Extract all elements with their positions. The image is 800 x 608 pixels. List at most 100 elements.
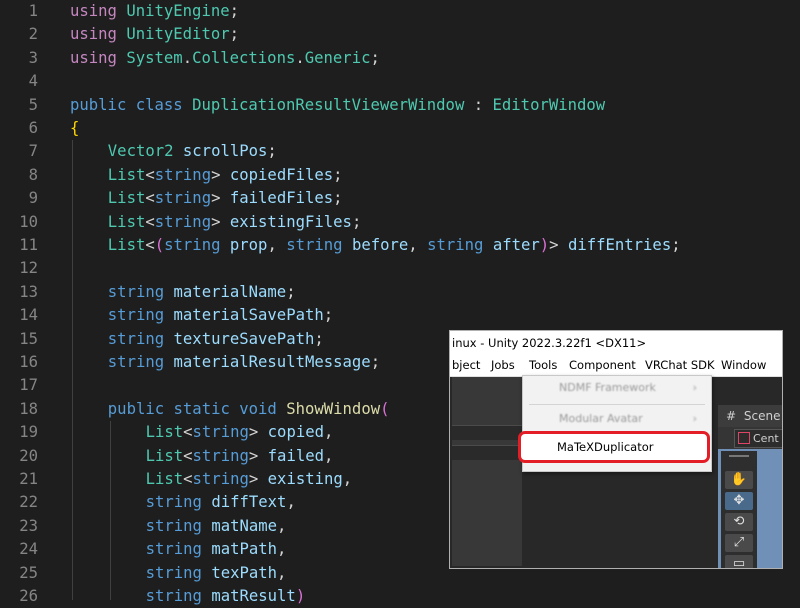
code-token: : xyxy=(464,95,493,114)
code-line[interactable]: 3 using System.Collections.Generic; xyxy=(0,47,800,70)
drag-handle[interactable] xyxy=(729,455,749,457)
code-line[interactable]: 1 using UnityEngine; xyxy=(0,0,800,23)
code-token: prop xyxy=(229,236,268,254)
code-token: List xyxy=(145,446,184,465)
menu-item-matexduplicator[interactable]: MaTeXDuplicator xyxy=(557,439,653,455)
code-token: materialSavePath xyxy=(173,306,324,325)
code-token: matResult xyxy=(211,587,296,605)
menu-item-label: NDMF Framework xyxy=(559,381,656,394)
code-token: > xyxy=(211,165,230,184)
code-token: , xyxy=(408,236,428,254)
code-token: string xyxy=(145,563,202,582)
code-token: , xyxy=(324,423,334,442)
code-token: public xyxy=(70,95,127,114)
code-line[interactable]: 13 string materialName; xyxy=(0,281,800,304)
hand-tool-icon[interactable]: ✋ xyxy=(725,471,753,489)
menu-component[interactable]: Component xyxy=(569,355,636,376)
line-number: 22 xyxy=(19,493,38,512)
code-token: < xyxy=(183,423,193,442)
code-token: string xyxy=(107,306,165,325)
code-text: List<string> failed, xyxy=(146,445,334,468)
menu-gameobject[interactable]: bject xyxy=(452,355,480,376)
code-token: Collections xyxy=(192,48,296,67)
code-token: texPath xyxy=(211,563,278,582)
pivot-center-button[interactable]: Cent xyxy=(734,429,782,448)
code-token: , xyxy=(267,236,287,254)
code-token: System xyxy=(126,48,183,67)
code-line[interactable]: 2 using UnityEditor; xyxy=(0,23,800,46)
code-token: string xyxy=(427,236,484,254)
code-token: . xyxy=(295,48,305,67)
code-token: , xyxy=(342,470,353,488)
code-token: ; xyxy=(671,236,681,254)
code-text: string diffText, xyxy=(146,491,296,514)
menu-item-ndmf[interactable]: NDMF Framework › xyxy=(523,376,711,400)
code-token: failed xyxy=(267,446,325,465)
code-text: string textureSavePath; xyxy=(108,328,324,351)
menu-item-modular-avatar[interactable]: Modular Avatar › xyxy=(523,407,711,431)
code-text: List<(string prop, string before, string… xyxy=(108,234,681,257)
code-token: ; xyxy=(323,306,334,325)
move-tool-icon[interactable]: ✥ xyxy=(725,492,753,510)
code-token: , xyxy=(277,563,287,582)
indent-guide xyxy=(72,140,73,600)
code-text: string matPath, xyxy=(146,538,287,561)
code-line[interactable]: 8 List<string> copiedFiles; xyxy=(0,164,800,187)
code-token: ; xyxy=(267,142,277,161)
code-line[interactable]: 7 Vector2 scrollPos; xyxy=(0,140,800,163)
line-number: 25 xyxy=(19,563,38,582)
code-text: Vector2 scrollPos; xyxy=(108,140,277,163)
scale-tool-icon[interactable]: ⤢ xyxy=(725,534,753,552)
code-token: List xyxy=(145,423,184,442)
code-line[interactable]: 26 string matResult) xyxy=(0,585,800,608)
line-number: 6 xyxy=(28,119,38,137)
code-text: public class DuplicationResultViewerWind… xyxy=(70,94,605,117)
code-token: > xyxy=(211,212,230,231)
code-line[interactable]: 10 List<string> existingFiles; xyxy=(0,211,800,234)
code-token: ) xyxy=(295,587,306,605)
code-token: ShowWindow xyxy=(286,399,381,418)
tab-scene[interactable]: # Scene xyxy=(718,405,782,427)
code-line[interactable]: 4 xyxy=(0,70,800,93)
line-number: 18 xyxy=(19,399,38,418)
code-line[interactable]: 6{ xyxy=(0,117,800,140)
code-text: string matName, xyxy=(146,515,287,538)
code-token: ( xyxy=(380,399,390,418)
code-line[interactable]: 11 List<(string prop, string before, stri… xyxy=(0,234,800,257)
submenu-arrow-icon: › xyxy=(692,381,697,394)
rotate-tool-icon[interactable]: ⟲ xyxy=(725,513,753,531)
code-token: EditorWindow xyxy=(492,95,606,114)
code-token: < xyxy=(145,189,155,208)
code-line[interactable]: 5 public class DuplicationResultViewerWin… xyxy=(0,94,800,117)
line-number: 2 xyxy=(28,25,38,44)
code-token: ) xyxy=(539,236,550,254)
menu-jobs[interactable]: Jobs xyxy=(491,355,515,376)
rect-tool-icon[interactable]: ▭ xyxy=(725,555,753,568)
scene-tools-strip: ✋ ✥ ⟲ ⤢ ▭ xyxy=(721,451,757,568)
menu-tools[interactable]: Tools xyxy=(529,355,557,376)
code-token: , xyxy=(277,516,287,535)
scene-grid-icon: # xyxy=(726,409,737,423)
panel-field xyxy=(452,445,522,460)
code-line[interactable]: 14 string materialSavePath; xyxy=(0,304,800,327)
code-token: . xyxy=(182,48,193,67)
code-token: ; xyxy=(333,189,343,208)
unity-window-title: inux - Unity 2022.3.22f1 <DX11> xyxy=(450,331,782,355)
unity-screenshot: inux - Unity 2022.3.22f1 <DX11> bject Jo… xyxy=(449,330,783,569)
code-token: public xyxy=(107,399,165,418)
code-token: copied xyxy=(267,423,325,442)
menu-window[interactable]: Window xyxy=(721,355,766,376)
code-token: > xyxy=(211,189,230,208)
menu-vrchat-sdk[interactable]: VRChat SDK xyxy=(645,355,715,376)
code-line[interactable]: 12 xyxy=(0,257,800,280)
code-line[interactable]: 9 List<string> failedFiles; xyxy=(0,187,800,210)
